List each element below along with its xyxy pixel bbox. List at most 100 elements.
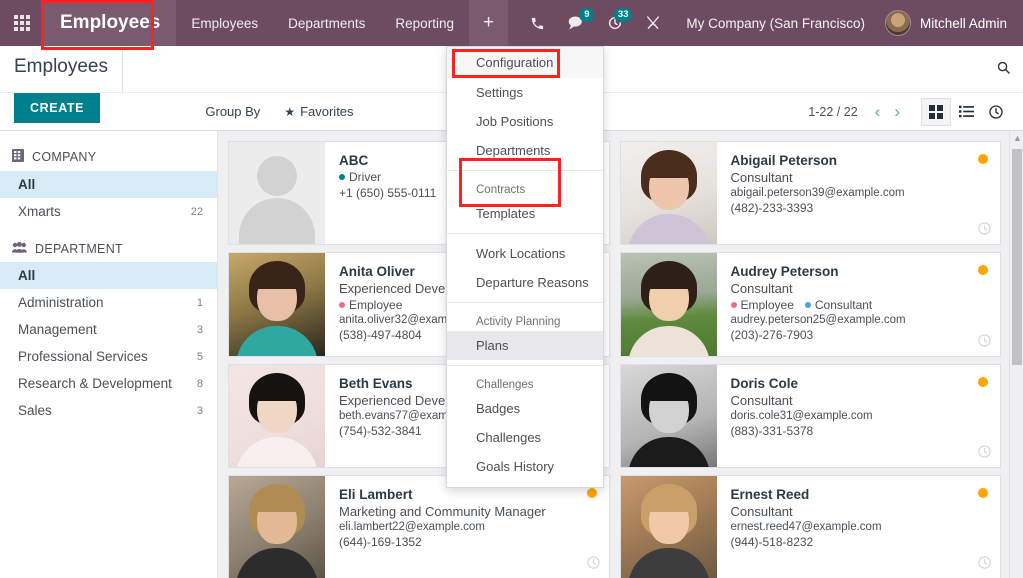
employee-tag-label: Consultant [815, 298, 872, 312]
nav-menu-employees[interactable]: Employees [176, 0, 273, 46]
employee-job: Consultant [731, 170, 989, 185]
employee-card[interactable]: Ernest Reed Consultant ernest.reed47@exa… [620, 475, 1002, 578]
sidebar-item-company-all[interactable]: All [0, 171, 217, 198]
sidebar-item-label: Administration [18, 295, 104, 310]
employee-email: audrey.peterson25@example.com [731, 314, 989, 326]
employee-phone: (482)-233-3393 [731, 201, 989, 215]
sidebar-item-department-research-development[interactable]: Research & Development 8 [0, 370, 217, 397]
employee-name: Eli Lambert [339, 487, 597, 502]
employee-tag-label: Driver [349, 170, 381, 184]
favorites-label: Favorites [300, 104, 353, 119]
activities-clock-icon[interactable]: 33 [596, 0, 634, 46]
kanban-column-right: Abigail Peterson Consultant abigail.pete… [620, 141, 1002, 578]
sidebar-item-label: Sales [18, 403, 52, 418]
clock-icon [988, 104, 1004, 120]
dropdown-section-contracts: Contracts [447, 176, 603, 199]
dropdown-item-plans[interactable]: Plans [447, 331, 603, 360]
top-navbar: Employees Employees Departments Reportin… [0, 0, 1023, 46]
employee-photo [621, 476, 717, 578]
create-button[interactable]: CREATE [14, 93, 100, 123]
view-switcher [921, 98, 1011, 126]
employee-photo [621, 365, 717, 467]
scrollbar-thumb[interactable] [1012, 149, 1022, 365]
dropdown-divider [447, 170, 603, 171]
employee-tags: Employee Consultant [731, 298, 989, 312]
sidebar-item-department-management[interactable]: Management 3 [0, 316, 217, 343]
phone-icon[interactable] [519, 0, 556, 46]
employee-card[interactable]: Audrey Peterson Consultant Employee Cons… [620, 252, 1002, 356]
scroll-up-arrow-icon[interactable]: ▲ [1013, 133, 1022, 143]
developer-tools-icon[interactable] [634, 0, 672, 46]
dropdown-item-settings[interactable]: Settings [447, 78, 603, 107]
dropdown-item-departure-reasons[interactable]: Departure Reasons [447, 268, 603, 297]
employee-photo [229, 476, 325, 578]
activity-clock-icon[interactable] [586, 555, 601, 573]
activity-clock-icon[interactable] [977, 555, 992, 573]
sidebar-section-department: DEPARTMENT [0, 237, 217, 262]
dropdown-item-templates[interactable]: Templates [447, 199, 603, 228]
dropdown-item-departments[interactable]: Departments [447, 136, 603, 165]
sidebar-item-department-all[interactable]: All [0, 262, 217, 289]
employee-name: Audrey Peterson [731, 264, 989, 279]
pager-counter: 1-22 / 22 [808, 105, 867, 119]
employee-name: Doris Cole [731, 376, 989, 391]
status-badge[interactable] [978, 488, 988, 498]
employee-card[interactable]: Abigail Peterson Consultant abigail.pete… [620, 141, 1002, 245]
favorites-button[interactable]: ★ Favorites [272, 98, 365, 126]
dropdown-item-badges[interactable]: Badges [447, 394, 603, 423]
sidebar-item-count: 8 [197, 378, 203, 390]
list-view-button[interactable] [951, 98, 981, 126]
dropdown-item-configuration[interactable]: Configuration [447, 47, 603, 78]
activity-clock-icon[interactable] [977, 333, 992, 351]
dropdown-divider [447, 233, 603, 234]
sidebar-item-department-sales[interactable]: Sales 3 [0, 397, 217, 424]
employee-card[interactable]: Doris Cole Consultant doris.cole31@examp… [620, 364, 1002, 468]
sidebar-item-label: All [18, 268, 35, 283]
dropdown-item-job-positions[interactable]: Job Positions [447, 107, 603, 136]
company-selector[interactable]: My Company (San Francisco) [672, 16, 879, 31]
status-badge[interactable] [587, 488, 597, 498]
employee-phone: (944)-518-8232 [731, 535, 989, 549]
group-by-button[interactable]: Group By [193, 98, 272, 126]
employee-email: ernest.reed47@example.com [731, 521, 989, 533]
sidebar-section-company: COMPANY [0, 145, 217, 171]
nav-menu-departments[interactable]: Departments [273, 0, 380, 46]
employee-card[interactable]: Eli Lambert Marketing and Community Mana… [228, 475, 610, 578]
activity-clock-icon[interactable] [977, 221, 992, 239]
user-menu[interactable]: Mitchell Admin [879, 10, 1023, 36]
sidebar-item-department-administration[interactable]: Administration 1 [0, 289, 217, 316]
dropdown-item-challenges[interactable]: Challenges [447, 423, 603, 452]
page-title: Employees [0, 46, 108, 78]
search-icon[interactable] [996, 60, 1011, 79]
sidebar-item-label: Research & Development [18, 376, 172, 391]
sidebar-section-department-label: DEPARTMENT [35, 242, 123, 256]
pager-next-button[interactable]: › [887, 103, 907, 120]
apps-grid-icon[interactable] [0, 15, 44, 31]
sidebar-item-label: Professional Services [18, 349, 148, 364]
app-brand-employees[interactable]: Employees [44, 0, 176, 46]
star-icon: ★ [284, 105, 295, 119]
nav-menu-reporting[interactable]: Reporting [380, 0, 469, 46]
messages-icon[interactable]: 9 [556, 0, 596, 46]
dropdown-item-goals-history[interactable]: Goals History [447, 452, 603, 481]
sidebar-item-company-xmarts[interactable]: Xmarts 22 [0, 198, 217, 225]
nav-menu-more-plus[interactable]: + [469, 0, 508, 46]
dropdown-divider [447, 365, 603, 366]
status-badge[interactable] [978, 154, 988, 164]
employee-tag: Employee [731, 298, 794, 312]
placeholder-avatar-icon [229, 142, 325, 244]
activities-badge: 33 [614, 8, 633, 22]
sidebar-item-department-professional-services[interactable]: Professional Services 5 [0, 343, 217, 370]
vertical-scrollbar[interactable]: ▲ [1009, 131, 1023, 578]
employee-photo [229, 253, 325, 355]
activity-view-button[interactable] [981, 98, 1011, 126]
dropdown-section-activity-planning: Activity Planning [447, 308, 603, 331]
status-badge[interactable] [978, 377, 988, 387]
pager-previous-button[interactable]: ‹ [868, 103, 888, 120]
dropdown-item-work-locations[interactable]: Work Locations [447, 239, 603, 268]
sidebar-section-company-label: COMPANY [32, 150, 96, 164]
employee-phone: (644)-169-1352 [339, 535, 597, 549]
list-icon [959, 105, 974, 118]
kanban-view-button[interactable] [921, 98, 951, 126]
activity-clock-icon[interactable] [977, 444, 992, 462]
